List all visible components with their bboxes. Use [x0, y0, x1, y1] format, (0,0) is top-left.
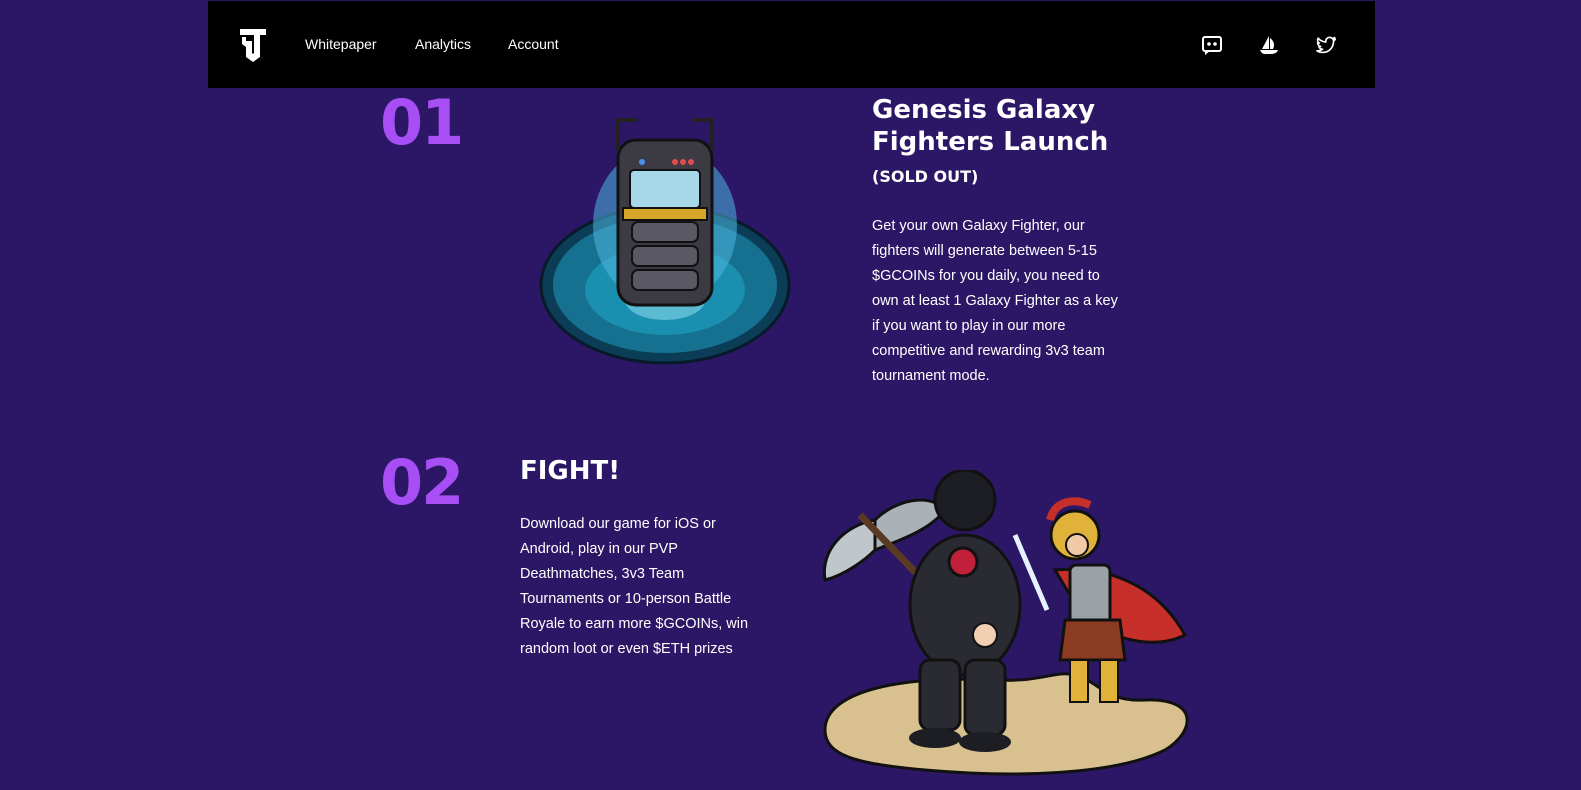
step-subtitle-01: (SOLD OUT): [872, 167, 979, 186]
step-body-02: Download our game for iOS or Android, pl…: [520, 516, 749, 657]
twitter-icon[interactable]: [1315, 34, 1337, 56]
fighter-pod-illustration: [539, 118, 791, 365]
nav-link-account[interactable]: Account: [508, 36, 559, 52]
step-title-01: Genesis Galaxy Fighters Launch: [872, 95, 1109, 157]
step-number-02: 02: [380, 446, 464, 519]
discord-icon[interactable]: [1201, 34, 1223, 56]
galaxy-fight-logo-icon[interactable]: [238, 27, 268, 63]
step-title-02: FIGHT!: [520, 456, 621, 486]
top-navbar: Whitepaper Analytics Account: [208, 1, 1375, 88]
step-body-01: Get your own Galaxy Fighter, our fighter…: [872, 218, 1118, 384]
nav-link-whitepaper[interactable]: Whitepaper: [305, 36, 377, 52]
opensea-icon[interactable]: [1258, 34, 1280, 56]
step-number-01: 01: [380, 86, 464, 159]
nav-link-analytics[interactable]: Analytics: [415, 36, 471, 52]
fighters-battle-illustration: [822, 470, 1189, 776]
